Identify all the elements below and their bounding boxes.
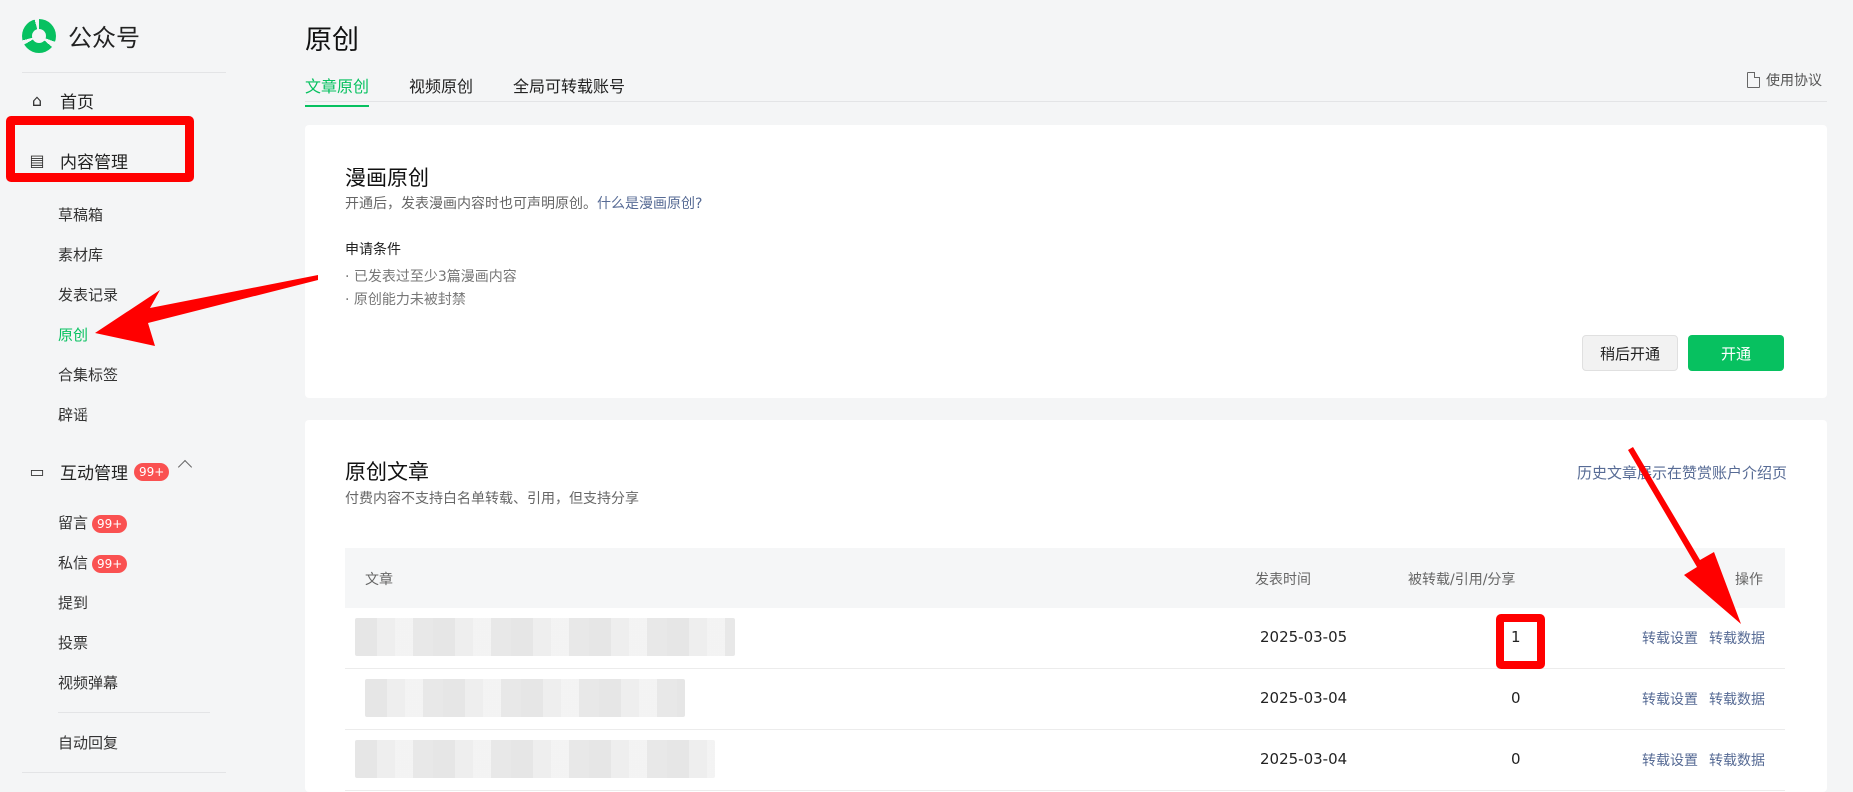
- annotation-arrows: [95, 275, 1741, 624]
- arrow-to-original-nav: [95, 275, 318, 346]
- arrow-to-reprint-data: [1628, 447, 1741, 624]
